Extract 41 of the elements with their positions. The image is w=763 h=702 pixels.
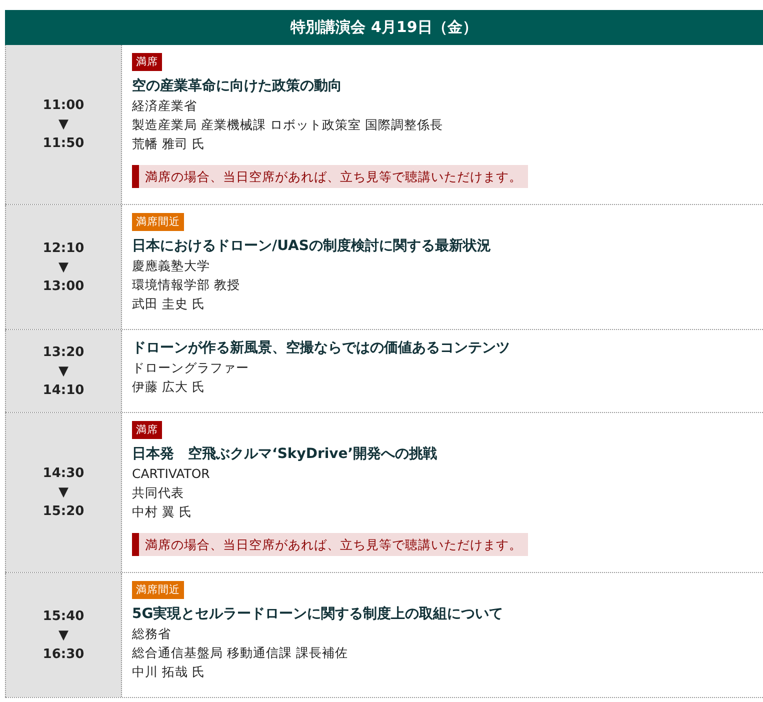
start-time: 14:30 <box>42 465 84 483</box>
notice-banner: 満席の場合、当日空席があれば、立ち見等で聴講いただけます。 <box>132 165 528 188</box>
end-time: 11:50 <box>42 135 84 153</box>
end-time: 15:20 <box>42 503 84 521</box>
speaker-info: 中川 拓哉 氏 <box>132 663 205 681</box>
down-arrow-icon: ▼ <box>58 626 68 644</box>
notice-banner: 満席の場合、当日空席があれば、立ち見等で聴講いただけます。 <box>132 533 528 556</box>
start-time: 12:10 <box>42 240 84 258</box>
speaker-info: CARTIVATOR <box>132 465 210 483</box>
session-title: 空の産業革命に向けた政策の動向 <box>132 76 342 96</box>
speaker-info: 総合通信基盤局 移動通信課 課長補佐 <box>132 644 348 662</box>
start-time: 11:00 <box>42 97 84 115</box>
status-badge: 満席間近 <box>132 581 184 599</box>
end-time: 14:10 <box>42 382 84 400</box>
session-title: ドローンが作る新風景、空撮ならではの価値あるコンテンツ <box>132 338 510 358</box>
speaker-info: 中村 翼 氏 <box>132 503 192 521</box>
speaker-info: 経済産業省 <box>132 97 197 115</box>
down-arrow-icon: ▼ <box>58 115 68 134</box>
speaker-info: 荒幡 雅司 氏 <box>132 135 205 153</box>
down-arrow-icon: ▼ <box>58 258 68 276</box>
start-time: 13:20 <box>42 344 84 362</box>
session-title: 日本におけるドローン/UASの制度検討に関する最新状況 <box>132 236 491 256</box>
end-time: 13:00 <box>42 278 84 296</box>
down-arrow-icon: ▼ <box>58 483 68 502</box>
speaker-info: ドローングラファー <box>132 359 249 377</box>
start-time: 15:40 <box>42 608 84 626</box>
speaker-info: 製造産業局 産業機械課 ロボット政策室 国際調整係長 <box>132 116 443 134</box>
speaker-info: 環境情報学部 教授 <box>132 276 240 294</box>
session-title: 日本発 空飛ぶクルマ‘SkyDrive’開発への挑戦 <box>132 444 438 464</box>
speaker-info: 慶應義塾大学 <box>132 257 210 275</box>
status-badge: 満席 <box>132 53 162 71</box>
down-arrow-icon: ▼ <box>58 362 68 380</box>
speaker-info: 伊藤 広大 氏 <box>132 378 205 396</box>
status-badge: 満席間近 <box>132 213 184 231</box>
session-title: 5G実現とセルラードローンに関する制度上の取組について <box>132 604 504 624</box>
speaker-info: 総務省 <box>132 625 171 643</box>
header-title: 特別講演会 4月19日（金） <box>290 18 478 37</box>
status-badge: 満席 <box>132 421 162 439</box>
speaker-info: 武田 圭史 氏 <box>132 295 205 313</box>
speaker-info: 共同代表 <box>132 484 184 502</box>
end-time: 16:30 <box>42 646 84 664</box>
